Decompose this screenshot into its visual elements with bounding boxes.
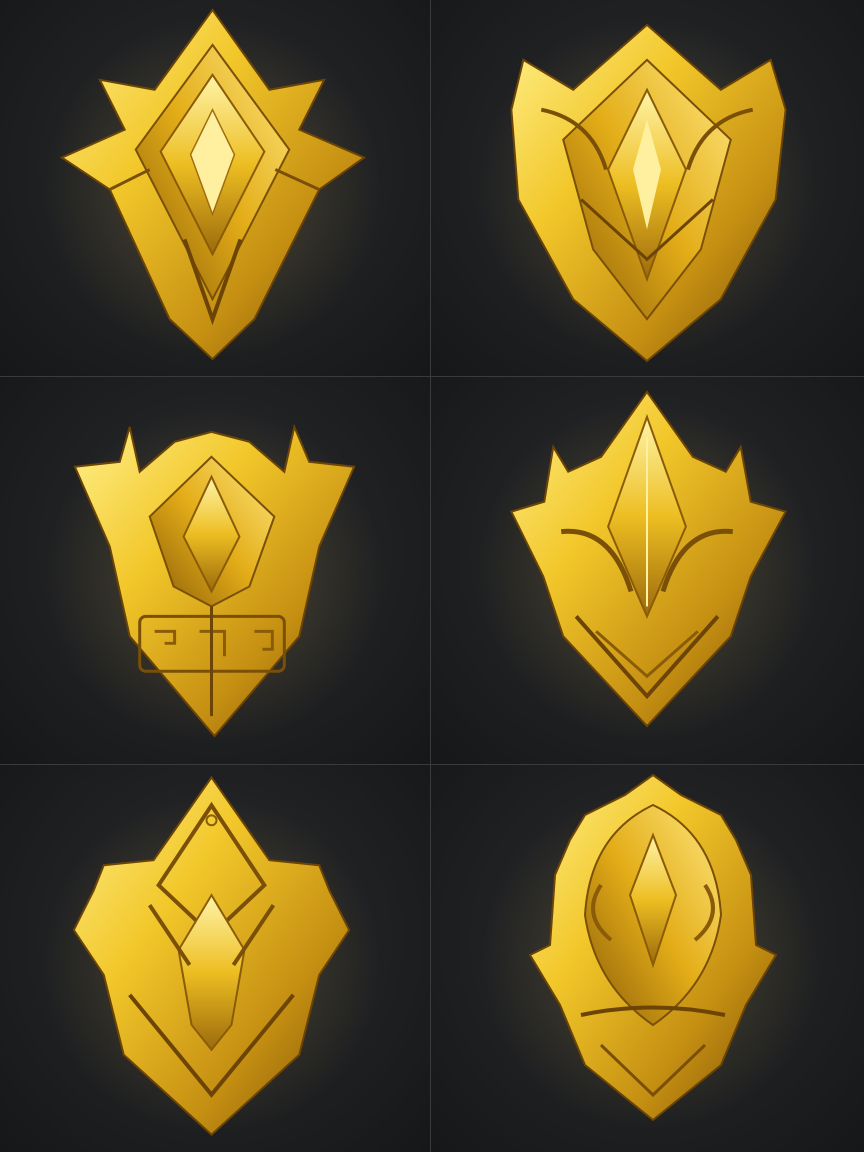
- badge-cell-5: [0, 765, 431, 1152]
- gold-ornate-shield-emblem-icon: [481, 773, 821, 1130]
- badge-cell-1: [0, 0, 431, 377]
- badge-sheet: [0, 0, 864, 1152]
- gold-spiked-shield-emblem-icon: [42, 8, 383, 361]
- badge-cell-4: [431, 377, 864, 765]
- gold-winged-shield-emblem-icon: [477, 19, 817, 363]
- gold-diamond-crest-emblem-icon: [41, 775, 382, 1136]
- gold-faceted-shield-emblem-icon: [477, 390, 817, 742]
- gold-horned-crest-emblem-icon: [44, 406, 385, 747]
- badge-cell-3: [0, 377, 431, 765]
- badge-cell-2: [431, 0, 864, 377]
- badge-cell-6: [431, 765, 864, 1152]
